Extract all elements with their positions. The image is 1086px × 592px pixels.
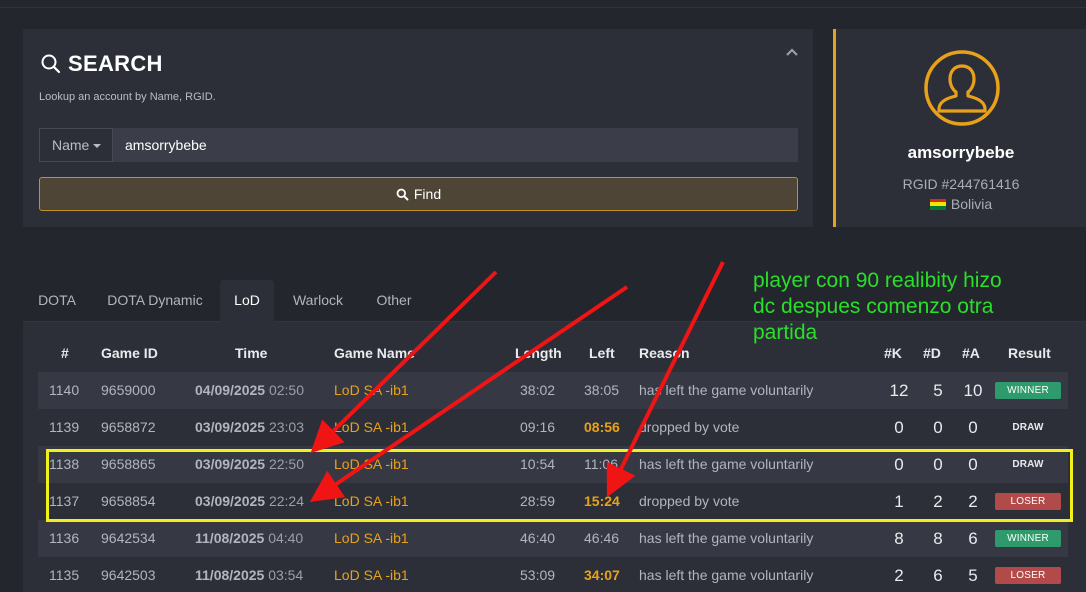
search-title: SEARCH	[68, 51, 163, 76]
search-type-label: Name	[52, 137, 90, 153]
cell-kills: 12	[889, 381, 909, 400]
cell-reason: dropped by vote	[639, 419, 740, 435]
header-kills: #K	[884, 345, 902, 361]
cell-kills: 2	[894, 566, 904, 585]
result-badge: WINNER	[995, 530, 1061, 547]
result-badge: WINNER	[995, 382, 1061, 399]
cell-left: 38:05	[584, 382, 620, 398]
header-time: Time	[235, 345, 268, 361]
cell-game-name[interactable]: LoD SA -ib1	[334, 409, 409, 446]
cell-time: 11/08/2025 04:40	[195, 520, 303, 557]
cell-length: 38:02	[520, 382, 556, 398]
profile-country: Bolivia	[836, 196, 1086, 212]
cell-num: 1140	[49, 382, 80, 398]
user-avatar-icon	[924, 50, 1000, 126]
cell-clock: 02:50	[268, 382, 305, 398]
header-deaths: #D	[923, 345, 941, 361]
header-game-name: Game Name	[334, 345, 415, 361]
table-row[interactable]: 1139 9658872 LoD SA -ib1 09:16 08:56 dropped …	[38, 409, 1068, 446]
cell-game-id: 9658872	[101, 419, 156, 435]
cell-clock: 04:40	[268, 530, 304, 546]
caret-down-icon	[93, 144, 102, 148]
cell-left: 34:07	[584, 567, 620, 583]
cell-clock: 03:54	[268, 567, 304, 583]
header-result: Result	[1008, 345, 1051, 361]
cell-kills: 8	[894, 529, 904, 548]
cell-game-id: 9642534	[101, 530, 156, 546]
cell-deaths: 0	[933, 418, 943, 437]
annotation-text: player con 90 realibity hizo dc despues …	[753, 268, 1073, 346]
cell-reason: has left the game voluntarily	[639, 567, 814, 583]
tab-dota[interactable]: DOTA	[26, 280, 88, 322]
cell-game-id: 9642503	[101, 567, 156, 583]
header-num: #	[61, 345, 69, 361]
result-badge: LOSER	[995, 567, 1061, 584]
cell-time: 04/09/2025 02:50	[195, 372, 304, 409]
cell-num: 1139	[49, 419, 80, 435]
search-type-dropdown[interactable]: Name	[39, 128, 113, 162]
cell-assists: 5	[968, 566, 978, 585]
cell-date: 03/09/2025	[195, 419, 266, 435]
cell-reason: has left the game voluntarily	[639, 530, 814, 546]
cell-assists: 10	[963, 381, 983, 400]
header-assists: #A	[962, 345, 980, 361]
cell-date: 04/09/2025	[195, 382, 266, 398]
cell-deaths: 5	[933, 381, 943, 400]
search-panel: SEARCH Lookup an account by Name, RGID. …	[23, 29, 813, 227]
cell-time: 11/08/2025 03:54	[195, 557, 303, 592]
search-input[interactable]: amsorrybebe	[113, 128, 798, 162]
search-heading: SEARCH	[40, 51, 163, 77]
search-icon	[41, 54, 61, 74]
annotation-line-1: player con 90 realibity hizo	[753, 269, 1002, 292]
cell-game-id: 9659000	[101, 382, 156, 398]
cell-length: 46:40	[520, 530, 556, 546]
cell-game-name[interactable]: LoD SA -ib1	[334, 557, 409, 592]
cell-length: 53:09	[520, 567, 556, 583]
cell-reason: has left the game voluntarily	[639, 382, 814, 398]
cell-num: 1136	[49, 530, 80, 546]
cell-clock: 23:03	[268, 419, 305, 435]
cell-kills: 0	[894, 418, 904, 437]
cell-assists: 6	[968, 529, 978, 548]
cell-assists: 0	[968, 418, 978, 437]
annotation-line-2: dc despues comenzo otra	[753, 295, 994, 318]
cell-date: 11/08/2025	[195, 567, 265, 583]
cell-left: 46:46	[584, 530, 620, 546]
find-button-label: Find	[413, 186, 442, 202]
annotation-line-3: partida	[753, 321, 818, 344]
cell-game-name[interactable]: LoD SA -ib1	[334, 372, 409, 409]
top-bar	[0, 0, 1086, 8]
header-game-id: Game ID	[101, 345, 158, 361]
search-icon	[396, 188, 409, 200]
highlight-box	[46, 449, 1073, 522]
cell-length: 09:16	[520, 419, 556, 435]
find-button[interactable]: Find	[39, 177, 798, 211]
header-length: Length	[515, 345, 562, 361]
tab-lod[interactable]: LoD	[220, 280, 274, 322]
bolivia-flag-icon	[929, 198, 946, 210]
cell-date: 11/08/2025	[195, 530, 265, 546]
cell-game-name[interactable]: LoD SA -ib1	[334, 520, 409, 557]
cell-deaths: 6	[933, 566, 943, 585]
header-left: Left	[589, 345, 615, 361]
result-badge: DRAW	[1012, 422, 1044, 433]
profile-panel: amsorrybebe RGID #244761416 Bolivia	[833, 29, 1086, 227]
header-reason: Reason	[639, 345, 690, 361]
profile-country-label: Bolivia	[950, 196, 993, 212]
profile-name: amsorrybebe	[907, 143, 1015, 162]
cell-deaths: 8	[933, 529, 943, 548]
tab-dota-dynamic[interactable]: DOTA Dynamic	[96, 280, 214, 322]
search-subtitle: Lookup an account by Name, RGID.	[39, 91, 216, 103]
table-row[interactable]: 1140 9659000 LoD SA -ib1 38:02 38:05 has left…	[38, 372, 1068, 409]
cell-time: 03/09/2025 23:03	[195, 409, 304, 446]
cell-left: 08:56	[584, 419, 620, 435]
table-row[interactable]: 1135 9642503 LoD SA -ib1 53:09 34:07 has left…	[38, 557, 1068, 592]
tab-warlock[interactable]: Warlock	[283, 280, 353, 322]
table-row[interactable]: 1136 9642534 LoD SA -ib1 46:40 46:46 has left…	[38, 520, 1068, 557]
cell-num: 1135	[49, 567, 80, 583]
tab-other[interactable]: Other	[366, 280, 422, 322]
profile-rgid: RGID #244761416	[902, 176, 1020, 192]
collapse-chevron-icon[interactable]	[785, 45, 799, 59]
